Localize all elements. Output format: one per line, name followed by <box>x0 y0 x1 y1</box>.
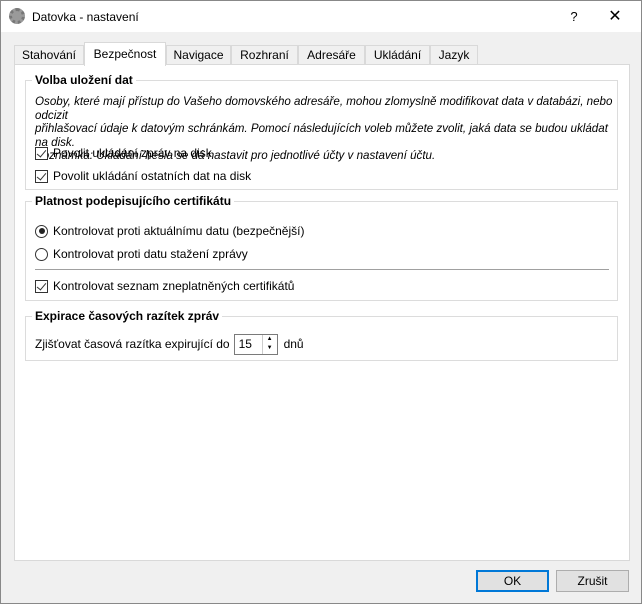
checkbox-label: Povolit ukládání ostatních dat na disk <box>53 169 252 183</box>
checkbox-checked-icon <box>35 146 48 160</box>
check-download-date-radio[interactable]: Kontrolovat proti datu stažení zprávy <box>35 246 248 262</box>
certificate-group-title: Platnost podepisujícího certifikátu <box>32 194 235 208</box>
timestamp-row: Zjišťovat časová razítka expirující do 1… <box>35 333 304 355</box>
close-button[interactable]: ✕ <box>595 5 635 29</box>
tab-navigace[interactable]: Navigace <box>166 45 231 65</box>
radio-label: Kontrolovat proti aktuálnímu datu (bezpe… <box>53 224 305 238</box>
timestamp-unit: dnů <box>283 337 304 351</box>
expiry-days-spinbox[interactable]: 15 ▲ ▼ <box>233 333 278 355</box>
tab-stahovani[interactable]: Stahování <box>14 45 84 65</box>
settings-dialog: Datovka - nastavení ? ✕ Stahování Bezpeč… <box>0 0 642 604</box>
spinbox-value[interactable]: 15 <box>239 337 252 351</box>
radio-label: Kontrolovat proti datu stažení zprávy <box>53 247 248 261</box>
title-bar: Datovka - nastavení ? ✕ <box>1 1 641 32</box>
timestamp-group: Expirace časových razítek zpráv Zjišťova… <box>25 309 618 361</box>
storage-group-title: Volba uložení dat <box>32 73 136 87</box>
tab-bezpecnost[interactable]: Bezpečnost <box>84 42 166 66</box>
timestamp-label: Zjišťovat časová razítka expirující do <box>35 337 230 351</box>
checkbox-checked-icon <box>35 169 48 183</box>
tab-rozhrani[interactable]: Rozhraní <box>231 45 298 65</box>
window-title: Datovka - nastavení <box>32 10 139 24</box>
checkbox-label: Povolit ukládání zpráv na disk <box>53 146 212 160</box>
check-current-date-radio[interactable]: Kontrolovat proti aktuálnímu datu (bezpe… <box>35 223 304 239</box>
storage-group: Volba uložení dat Osoby, které mají přís… <box>25 73 618 190</box>
help-button[interactable]: ? <box>559 5 589 29</box>
description-line: Osoby, které mají přístup do Vašeho domo… <box>35 95 613 122</box>
radio-unselected-icon <box>35 247 48 261</box>
separator <box>35 269 609 270</box>
gear-icon <box>9 8 25 24</box>
certificate-group: Platnost podepisujícího certifikátu Kont… <box>25 194 618 301</box>
check-crl-checkbox[interactable]: Kontrolovat seznam zneplatněných certifi… <box>35 278 294 294</box>
timestamp-group-title: Expirace časových razítek zpráv <box>32 309 223 323</box>
checkbox-label: Kontrolovat seznam zneplatněných certifi… <box>53 279 295 293</box>
checkbox-checked-icon <box>35 279 48 293</box>
allow-store-other-checkbox[interactable]: Povolit ukládání ostatních dat na disk <box>35 168 251 184</box>
tab-pane-security: Volba uložení dat Osoby, které mají přís… <box>14 64 630 561</box>
tab-jazyk[interactable]: Jazyk <box>430 45 478 65</box>
tab-adresare[interactable]: Adresáře <box>298 45 365 65</box>
tab-ukladani[interactable]: Ukládání <box>365 45 430 65</box>
spin-arrows-icon[interactable]: ▲ ▼ <box>261 334 277 354</box>
radio-selected-icon <box>35 224 48 238</box>
allow-store-messages-checkbox[interactable]: Povolit ukládání zpráv na disk <box>35 145 212 161</box>
cancel-button[interactable]: Zrušit <box>556 570 629 592</box>
ok-button[interactable]: OK <box>476 570 549 592</box>
